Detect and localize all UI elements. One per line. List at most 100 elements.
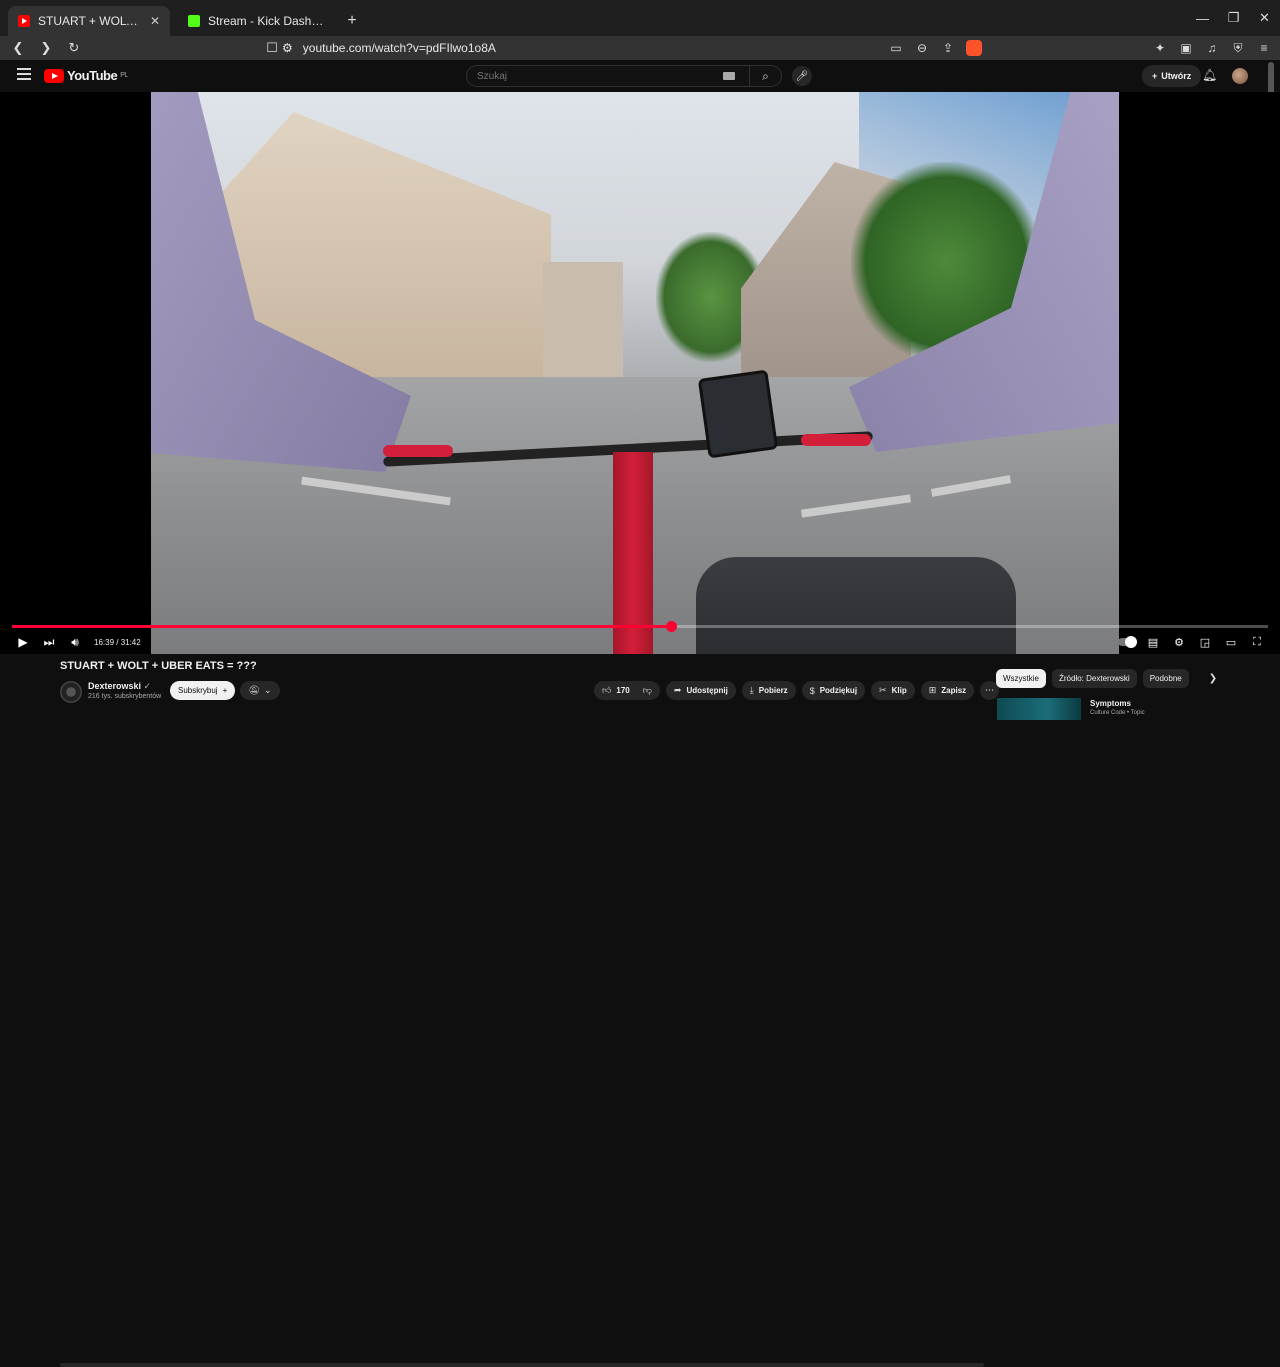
next-icon[interactable]: ⏭ xyxy=(36,635,62,650)
thumbs-down-icon[interactable]: 👎︎ xyxy=(643,685,652,696)
download-label: Pobierz xyxy=(758,686,788,695)
save-button[interactable]: ⊞ Zapisz xyxy=(920,681,975,700)
subtitles-icon[interactable]: ▤ xyxy=(1144,636,1162,649)
youtube-logo[interactable]: YouTube PL xyxy=(44,68,128,83)
url-field[interactable]: ⚙ youtube.com/watch?v=pdFIlwo1o8A xyxy=(282,36,496,60)
progress-bar[interactable] xyxy=(12,621,1268,632)
subscribe-button[interactable]: Subskrybuj + xyxy=(170,681,236,700)
download-icon: ⤓ xyxy=(749,685,754,695)
chevron-down-icon: ⌄ xyxy=(263,685,272,695)
volume-icon[interactable]: 🔊︎ xyxy=(62,635,88,650)
thanks-label: Podziękuj xyxy=(819,686,858,695)
window-controls: — ❐ ✕ xyxy=(1187,0,1280,36)
zoom-icon[interactable]: ⊖ xyxy=(914,41,930,55)
player-controls: ▶ ⏭ 🔊︎ 16:39 / 31:42 ▤ ⚙ ◲ ▭ ⛶ xyxy=(0,630,1280,654)
brave-shield-icon[interactable] xyxy=(966,40,982,56)
recommendation-filter-chips: Wszystkie Źródło: Dexterowski Podobne ❯ xyxy=(996,669,1217,688)
clip-label: Klip xyxy=(891,686,907,695)
search-input[interactable] xyxy=(467,70,723,82)
tab-title: Stream - Kick Dashboard xyxy=(208,14,328,28)
theater-mode-icon[interactable]: ▭ xyxy=(1222,636,1240,649)
sidebar-icon[interactable]: ▣ xyxy=(1178,41,1194,55)
settings-gear-icon[interactable]: ⚙ xyxy=(1170,636,1188,649)
voice-search-icon[interactable]: 🎤︎ xyxy=(792,66,812,86)
reload-icon[interactable]: ↻ xyxy=(64,38,84,58)
clip-button[interactable]: ✂ Klip xyxy=(871,681,915,700)
vpn-icon[interactable]: ⛨ xyxy=(1230,41,1246,56)
recommendation-subtitle: Culture Code • Topic xyxy=(1090,710,1145,716)
thanks-icon: $ xyxy=(809,685,815,696)
search-box: ⌕ xyxy=(466,65,782,87)
scissors-icon: ✂ xyxy=(879,685,887,695)
recommendation-thumbnail[interactable] xyxy=(997,698,1081,720)
video-frame[interactable] xyxy=(151,92,1119,654)
chevron-right-icon[interactable]: ❯ xyxy=(1209,673,1217,684)
video-title: STUART + WOLT + UBER EATS = ??? xyxy=(60,660,257,672)
create-button[interactable]: + Utwórz xyxy=(1142,65,1202,87)
bell-off-icon: 🔕︎ xyxy=(248,685,260,695)
scene-phone-mount xyxy=(697,369,779,459)
notification-settings-button[interactable]: 🔕︎ ⌄ xyxy=(240,681,280,700)
recommendation-title[interactable]: Symptoms xyxy=(1090,699,1131,708)
channel-name[interactable]: Dexterowski ✓ xyxy=(88,681,151,692)
miniplayer-icon[interactable]: ◲ xyxy=(1196,636,1214,649)
thumbs-up-icon[interactable]: 👍︎ xyxy=(602,685,611,696)
scene-building-middle xyxy=(543,262,623,382)
chip-all[interactable]: Wszystkie xyxy=(996,669,1046,688)
share-icon[interactable]: ⇪ xyxy=(940,41,956,55)
media-icon[interactable]: ♫ xyxy=(1204,41,1220,55)
play-icon[interactable]: ▶ xyxy=(10,635,36,649)
verified-icon: ✓ xyxy=(143,681,152,691)
download-button[interactable]: ⤓ Pobierz xyxy=(741,681,796,700)
hamburger-menu-icon[interactable] xyxy=(17,68,31,82)
close-tab-icon[interactable]: ✕ xyxy=(150,14,160,28)
video-player[interactable]: ▶ ⏭ 🔊︎ 16:39 / 31:42 ▤ ⚙ ◲ ▭ ⛶ xyxy=(0,92,1280,654)
share-icon: ➦ xyxy=(673,685,682,695)
restore-icon[interactable]: ❐ xyxy=(1218,0,1249,36)
autoplay-toggle[interactable] xyxy=(1118,636,1137,648)
address-bar: ❮ ❯ ↻ ☐ ⚙ youtube.com/watch?v=pdFIlwo1o8… xyxy=(0,36,1280,60)
channel-avatar[interactable] xyxy=(60,681,82,703)
site-info-icon[interactable]: ⚙ xyxy=(282,41,293,55)
plus-icon: + xyxy=(1152,71,1158,81)
extensions-icon[interactable]: ✦ xyxy=(1152,41,1168,55)
plus-icon: + xyxy=(222,686,228,695)
bookmark-save-icon: ⊞ xyxy=(928,685,937,695)
subscribe-label: Subskrybuj xyxy=(178,686,218,695)
description-box[interactable] xyxy=(60,1363,984,1367)
player-controls-right: ▤ ⚙ ◲ ▭ ⛶ xyxy=(1118,630,1266,654)
chip-source[interactable]: Źródło: Dexterowski xyxy=(1052,669,1137,688)
share-button[interactable]: ➦ Udostępnij xyxy=(665,681,736,700)
tab-kick[interactable]: Stream - Kick Dashboard xyxy=(178,6,338,36)
minimize-icon[interactable]: — xyxy=(1187,0,1218,36)
create-label: Utwórz xyxy=(1161,71,1192,81)
search-button[interactable]: ⌕ xyxy=(749,66,781,86)
region-code: PL xyxy=(120,72,128,79)
keyboard-icon[interactable] xyxy=(723,72,735,80)
notifications-bell-icon[interactable]: 🔔︎ xyxy=(1202,68,1217,82)
like-count: 170 xyxy=(616,686,630,695)
account-avatar[interactable] xyxy=(1232,68,1248,84)
like-dislike-button[interactable]: 👍︎ 170 👎︎ xyxy=(594,681,660,700)
browser-menu-icon[interactable]: ≡ xyxy=(1256,41,1272,55)
kick-favicon-icon xyxy=(188,15,200,27)
bookmark-icon[interactable]: ☐ xyxy=(262,38,282,58)
tab-title: STUART + WOLT + UBER EATS = ??? xyxy=(38,14,142,28)
scene-bike-fork xyxy=(613,452,653,654)
url-text: youtube.com/watch?v=pdFIlwo1o8A xyxy=(302,41,496,55)
forward-icon[interactable]: ❯ xyxy=(36,38,56,58)
back-icon[interactable]: ❮ xyxy=(8,38,28,58)
tab-youtube[interactable]: STUART + WOLT + UBER EATS = ??? ✕ xyxy=(8,6,170,36)
close-window-icon[interactable]: ✕ xyxy=(1249,0,1280,36)
youtube-play-logo-icon xyxy=(44,68,64,83)
progress-fill xyxy=(12,625,672,628)
channel-name-text: Dexterowski xyxy=(88,681,142,691)
share-label: Udostępnij xyxy=(686,686,728,695)
time-display: 16:39 / 31:42 xyxy=(94,637,141,647)
new-tab-button[interactable]: + xyxy=(338,6,366,36)
fullscreen-icon[interactable]: ⛶ xyxy=(1248,636,1266,649)
chip-related[interactable]: Podobne xyxy=(1142,669,1189,688)
thanks-button[interactable]: $ Podziękuj xyxy=(801,681,866,700)
cast-icon[interactable]: ▭ xyxy=(888,41,904,55)
video-info: STUART + WOLT + UBER EATS = ??? Dexterow… xyxy=(0,654,1280,1367)
